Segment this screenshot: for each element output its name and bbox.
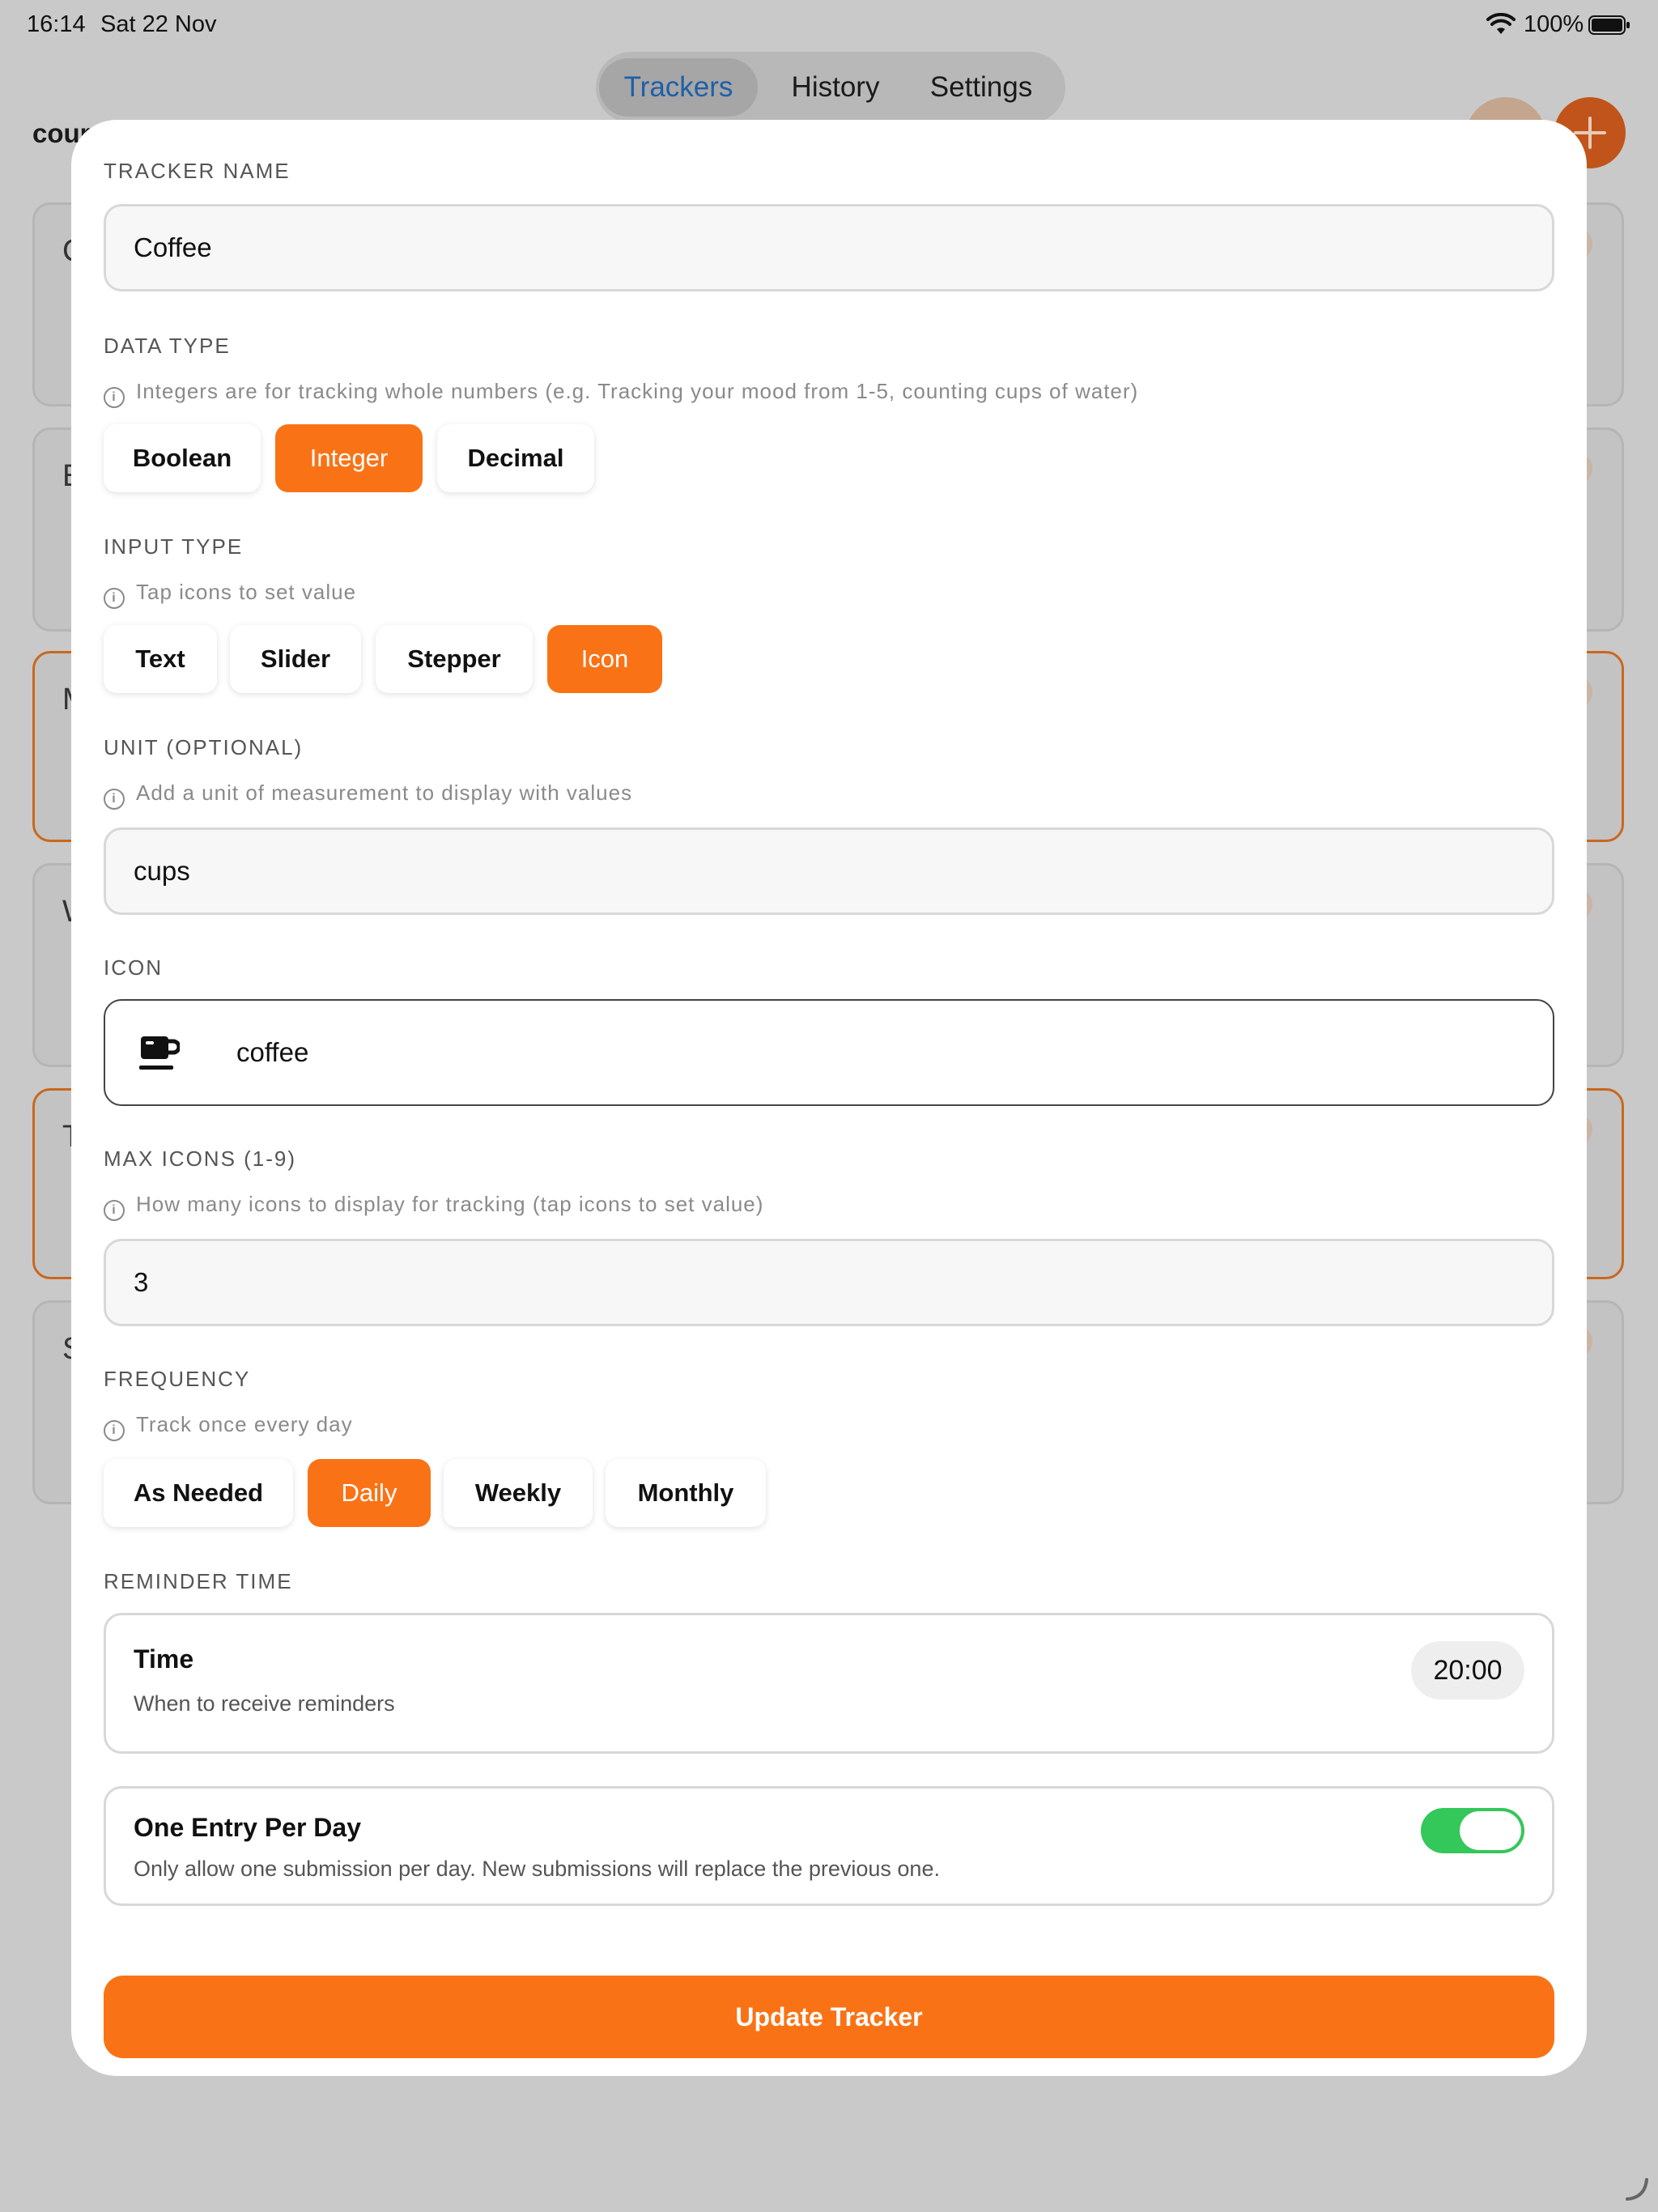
info-icon: i [104,588,125,609]
max-icons-field[interactable]: 3 [104,1239,1554,1326]
input-type-slider[interactable]: Slider [230,625,361,693]
info-icon: i [104,1420,125,1441]
data-type-hint-text: Integers are for tracking whole numbers … [136,379,1139,403]
one-entry-row: One Entry Per Day Only allow one submiss… [104,1786,1554,1906]
tab-settings[interactable]: Settings [916,58,1046,117]
battery-percent: 100% [1524,11,1584,37]
frequency-hint: i Track once every day [104,1412,353,1441]
max-icons-hint: i How many icons to display for tracking … [104,1192,763,1221]
frequency-monthly[interactable]: Monthly [606,1459,766,1527]
tracker-name-field[interactable]: Coffee [104,204,1554,291]
info-icon: i [104,1200,125,1221]
unit-value: cups [134,856,190,886]
data-type-integer[interactable]: Integer [275,424,423,492]
input-type-hint: i Tap icons to set value [104,580,356,609]
edit-tracker-sheet: TRACKER NAME Coffee DATA TYPE i Integers … [71,120,1587,2076]
unit-hint-text: Add a unit of measurement to display wit… [136,781,633,805]
unit-field[interactable]: cups [104,827,1554,915]
input-type-hint-text: Tap icons to set value [136,580,357,604]
tab-trackers[interactable]: Trackers [599,58,758,117]
wifi-icon [1486,13,1516,34]
reminder-title: Time [134,1644,194,1674]
max-icons-hint-text: How many icons to display for tracking (… [136,1192,764,1216]
reminder-subtitle: When to receive reminders [134,1691,395,1716]
data-type-boolean[interactable]: Boolean [104,424,261,492]
unit-label: UNIT (OPTIONAL) [104,735,304,759]
input-type-icon[interactable]: Icon [547,625,662,693]
max-icons-value: 3 [134,1267,149,1297]
one-entry-toggle[interactable] [1421,1808,1524,1853]
toggle-knob [1460,1811,1521,1850]
frequency-daily[interactable]: Daily [308,1459,431,1527]
frequency-hint-text: Track once every day [136,1412,353,1436]
input-type-stepper[interactable]: Stepper [376,625,533,693]
update-tracker-button[interactable]: Update Tracker [104,1976,1554,2058]
frequency-label: FREQUENCY [104,1367,251,1391]
max-icons-label: MAX ICONS (1-9) [104,1146,297,1171]
tracker-name-label: TRACKER NAME [104,159,291,183]
reminder-time-value[interactable]: 20:00 [1411,1641,1524,1699]
input-type-text[interactable]: Text [104,625,217,693]
input-type-label: INPUT TYPE [104,534,244,559]
data-type-decimal[interactable]: Decimal [437,424,594,492]
one-entry-subtitle: Only allow one submission per day. New s… [134,1857,940,1881]
info-icon: i [104,387,125,408]
icon-label: ICON [104,955,163,980]
status-bar: 16:14 Sat 22 Nov 100% [0,0,1658,52]
unit-hint: i Add a unit of measurement to display wi… [104,781,632,810]
icon-picker[interactable]: coffee [104,999,1554,1106]
battery-icon [1588,15,1630,35]
frequency-weekly[interactable]: Weekly [444,1459,593,1527]
resize-handle-icon [1626,2178,1648,2201]
data-type-hint: i Integers are for tracking whole numbers… [104,379,1138,408]
tab-history[interactable]: History [774,58,897,117]
status-date: Sat 22 Nov [100,11,217,37]
frequency-as-needed[interactable]: As Needed [104,1459,293,1527]
main-tab-bar: Trackers History Settings [596,52,1065,123]
reminder-time-row[interactable]: Time When to receive reminders 20:00 [104,1613,1554,1754]
status-time: 16:14 [27,11,86,37]
tracker-name-value: Coffee [134,232,212,262]
coffee-icon [139,1036,180,1070]
info-icon: i [104,789,125,810]
one-entry-title: One Entry Per Day [134,1813,361,1842]
data-type-label: DATA TYPE [104,334,231,358]
reminder-label: REMINDER TIME [104,1569,293,1593]
icon-name: coffee [236,1037,309,1067]
